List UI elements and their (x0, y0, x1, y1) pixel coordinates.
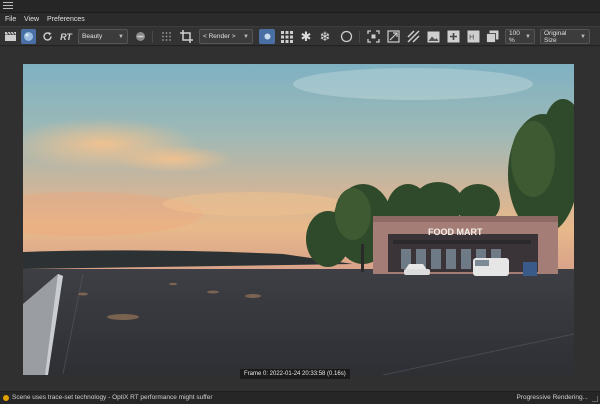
clapperboard-icon[interactable] (3, 29, 17, 44)
add-image-icon[interactable] (446, 29, 460, 44)
render-sphere-icon[interactable] (21, 29, 36, 44)
copy-icon[interactable] (485, 29, 499, 44)
display-size-select[interactable]: Original Size ▼ (540, 29, 590, 44)
status-bar: Scene uses trace-set technology - OptiX … (0, 391, 600, 404)
menu-file[interactable]: File (5, 13, 16, 26)
zoom-select[interactable]: 100 % ▼ (505, 29, 535, 44)
rt-toggle[interactable]: RT (58, 29, 74, 44)
title-bar (0, 0, 600, 13)
zoom-value: 100 % (509, 29, 520, 44)
progress-text: Progressive Rendering... (516, 394, 588, 401)
frame-buffer-window: File View Preferences RT Beauty ▼ < Rend… (0, 0, 600, 404)
toolbar-separator (152, 31, 153, 43)
render-target-select[interactable]: < Render > ▼ (199, 29, 253, 44)
refresh-icon[interactable] (40, 29, 54, 44)
pixel-grid-icon[interactable] (280, 29, 294, 44)
chevron-down-icon: ▼ (118, 33, 124, 40)
rendered-image: FOOD MART (23, 64, 574, 375)
render-element-select[interactable]: Beauty ▼ (78, 29, 128, 44)
snowflake-icon[interactable]: ✱ (299, 29, 313, 44)
toolbar: RT Beauty ▼ < Render > ▼ ✱ ❄ H 100 % ▼ O… (0, 26, 600, 46)
record-icon[interactable] (133, 29, 147, 44)
edit-icon[interactable] (406, 29, 420, 44)
render-element-value: Beauty (82, 33, 103, 40)
crop-icon[interactable] (179, 29, 193, 44)
display-size-value: Original Size (544, 29, 567, 44)
frame-info-label: Frame 0: 2022-01-24 20:33:58 (0.16s) (240, 369, 350, 379)
render-viewport[interactable]: FOOD MART Frame 0: 2022-01-24 20:33:58 (… (0, 47, 600, 391)
history-icon[interactable]: H (466, 29, 480, 44)
resize-grip-icon[interactable] (592, 396, 598, 402)
snowflake-alt-icon[interactable]: ❄ (318, 29, 332, 44)
svg-text:H: H (469, 34, 474, 42)
chevron-down-icon: ▼ (525, 33, 531, 40)
circle-icon[interactable] (339, 29, 353, 44)
warning-icon (3, 395, 9, 401)
status-message: Scene uses trace-set technology - OptiX … (12, 394, 213, 401)
hamburger-menu-icon[interactable] (3, 2, 13, 11)
pick-icon[interactable] (259, 29, 275, 44)
chevron-down-icon: ▼ (243, 33, 249, 40)
menu-bar: File View Preferences (0, 13, 600, 26)
chevron-down-icon: ▼ (580, 33, 586, 40)
menu-preferences[interactable]: Preferences (47, 13, 85, 26)
menu-view[interactable]: View (24, 13, 39, 26)
store-sign: FOOD MART (428, 227, 483, 237)
toolbar-separator (359, 31, 360, 43)
image-icon[interactable] (426, 29, 440, 44)
region-icon[interactable] (366, 29, 380, 44)
fit-icon[interactable] (386, 29, 400, 44)
grid-dots-icon[interactable] (159, 29, 173, 44)
render-target-value: < Render > (203, 33, 236, 40)
